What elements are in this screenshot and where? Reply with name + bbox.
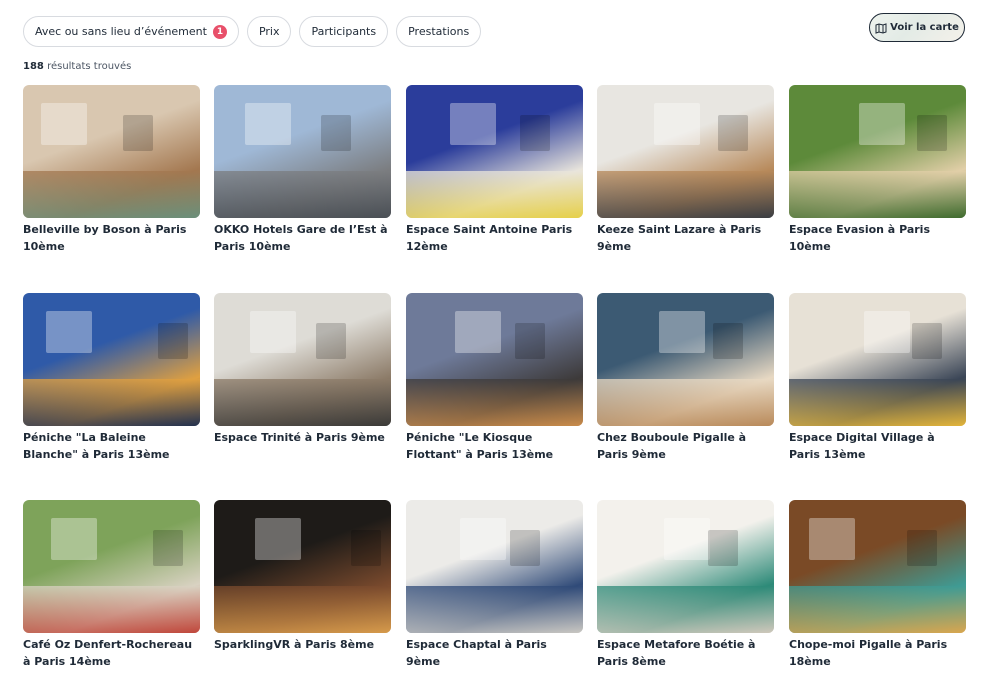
venue-card[interactable]: Espace Digital Village à Paris 13ème bbox=[789, 293, 966, 463]
results-text: résultats trouvés bbox=[47, 61, 132, 72]
venue-card[interactable]: SparklingVR à Paris 8ème bbox=[214, 500, 391, 653]
venue-photo bbox=[789, 85, 966, 218]
venue-card[interactable]: Espace Metafore Boétie à Paris 8ème bbox=[597, 500, 774, 670]
venue-photo bbox=[214, 293, 391, 426]
map-icon bbox=[875, 22, 887, 34]
venue-title[interactable]: Chez Bouboule Pigalle à Paris 9ème bbox=[597, 429, 774, 463]
filter-services-chip[interactable]: Prestations bbox=[396, 16, 482, 47]
filter-event-place-chip[interactable]: Avec ou sans lieu d’événement 1 bbox=[23, 16, 239, 47]
venue-title[interactable]: Espace Trinité à Paris 9ème bbox=[214, 429, 391, 446]
filter-price-chip[interactable]: Prix bbox=[246, 16, 292, 47]
venue-card[interactable]: Espace Trinité à Paris 9ème bbox=[214, 293, 391, 446]
venue-card[interactable]: Péniche "Le Kiosque Flottant" à Paris 13… bbox=[406, 293, 583, 463]
filter-event-place-label: Avec ou sans lieu d’événement bbox=[35, 25, 207, 38]
venue-card[interactable]: Belleville by Boson à Paris 10ème bbox=[23, 85, 200, 255]
venue-title[interactable]: Keeze Saint Lazare à Paris 9ème bbox=[597, 221, 774, 255]
venue-title[interactable]: OKKO Hotels Gare de l’Est à Paris 10ème bbox=[214, 221, 391, 255]
venue-title[interactable]: Espace Digital Village à Paris 13ème bbox=[789, 429, 966, 463]
venue-card[interactable]: Espace Saint Antoine Paris 12ème bbox=[406, 85, 583, 255]
filter-participants-label: Participants bbox=[311, 25, 377, 38]
venue-photo bbox=[23, 85, 200, 218]
venue-photo bbox=[597, 293, 774, 426]
venue-card[interactable]: Espace Evasion à Paris 10ème bbox=[789, 85, 966, 255]
venue-photo bbox=[789, 293, 966, 426]
venue-title[interactable]: Café Oz Denfert-Rochereau à Paris 14ème bbox=[23, 636, 200, 670]
venue-title[interactable]: Péniche "La Baleine Blanche" à Paris 13è… bbox=[23, 429, 200, 463]
venue-photo bbox=[597, 500, 774, 633]
venue-card[interactable]: Espace Chaptal à Paris 9ème bbox=[406, 500, 583, 670]
filter-count-badge: 1 bbox=[212, 24, 227, 39]
venue-photo bbox=[789, 500, 966, 633]
filter-services-label: Prestations bbox=[408, 25, 470, 38]
venue-photo bbox=[214, 500, 391, 633]
venue-photo bbox=[23, 500, 200, 633]
venue-title[interactable]: Belleville by Boson à Paris 10ème bbox=[23, 221, 200, 255]
view-map-label: Voir la carte bbox=[890, 22, 959, 33]
venue-title[interactable]: Espace Saint Antoine Paris 12ème bbox=[406, 221, 583, 255]
venue-card[interactable]: Keeze Saint Lazare à Paris 9ème bbox=[597, 85, 774, 255]
venue-card[interactable]: OKKO Hotels Gare de l’Est à Paris 10ème bbox=[214, 85, 391, 255]
venue-card[interactable]: Péniche "La Baleine Blanche" à Paris 13è… bbox=[23, 293, 200, 463]
results-number: 188 bbox=[23, 61, 44, 72]
results-count: 188 résultats trouvés bbox=[23, 61, 131, 72]
venue-title[interactable]: Péniche "Le Kiosque Flottant" à Paris 13… bbox=[406, 429, 583, 463]
venue-photo bbox=[597, 85, 774, 218]
venue-title[interactable]: Espace Chaptal à Paris 9ème bbox=[406, 636, 583, 670]
venue-photo bbox=[214, 85, 391, 218]
venue-title[interactable]: Chope-moi Pigalle à Paris 18ème bbox=[789, 636, 966, 670]
filter-bar: Avec ou sans lieu d’événement 1 Prix Par… bbox=[23, 16, 482, 47]
venue-title[interactable]: SparklingVR à Paris 8ème bbox=[214, 636, 391, 653]
venue-card[interactable]: Chez Bouboule Pigalle à Paris 9ème bbox=[597, 293, 774, 463]
venue-photo bbox=[406, 85, 583, 218]
filter-price-label: Prix bbox=[258, 25, 280, 38]
venue-title[interactable]: Espace Metafore Boétie à Paris 8ème bbox=[597, 636, 774, 670]
venue-card[interactable]: Café Oz Denfert-Rochereau à Paris 14ème bbox=[23, 500, 200, 670]
view-map-button[interactable]: Voir la carte bbox=[869, 13, 965, 42]
venue-card[interactable]: Chope-moi Pigalle à Paris 18ème bbox=[789, 500, 966, 670]
filter-participants-chip[interactable]: Participants bbox=[299, 16, 389, 47]
venue-photo bbox=[406, 293, 583, 426]
venue-photo bbox=[23, 293, 200, 426]
venue-title[interactable]: Espace Evasion à Paris 10ème bbox=[789, 221, 966, 255]
venue-photo bbox=[406, 500, 583, 633]
